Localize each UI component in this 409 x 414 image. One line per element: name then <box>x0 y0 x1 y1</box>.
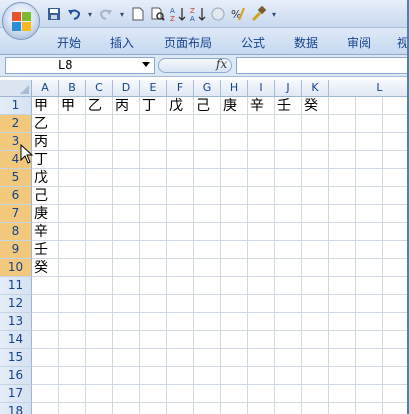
cell-b1[interactable]: 甲 <box>59 97 86 115</box>
quick-access-toolbar: ▾ ▾ AZ ZA % ▾ <box>0 0 409 28</box>
spreadsheet-grid[interactable]: ABCDEFGHIJKL 1 2 3 4 5 6 7 8 9 10 11 12 13 14 15 16 17 18… <box>0 80 409 414</box>
cell-gridlines[interactable] <box>32 97 409 414</box>
column-header-l[interactable]: L <box>329 80 409 97</box>
formula-bar: L8 fx <box>0 55 409 77</box>
redo-icon[interactable] <box>98 6 114 22</box>
row-header-16[interactable]: 16 <box>0 367 32 385</box>
row-header-10[interactable]: 10 <box>0 259 32 277</box>
row-header-7[interactable]: 7 <box>0 205 32 223</box>
cell-j1[interactable]: 壬 <box>275 97 302 115</box>
sort-descending-icon[interactable]: ZA <box>190 6 206 22</box>
sort-ascending-icon[interactable]: AZ <box>170 6 186 22</box>
cell-a7[interactable]: 庚 <box>32 205 59 223</box>
column-header-h[interactable]: H <box>221 80 248 97</box>
row-header-2[interactable]: 2 <box>0 115 32 133</box>
cell-a9[interactable]: 壬 <box>32 241 59 259</box>
name-box-value: L8 <box>58 58 73 72</box>
row-header-1[interactable]: 1 <box>0 97 32 115</box>
cell-a5[interactable]: 戊 <box>32 169 59 187</box>
row-header-15[interactable]: 15 <box>0 349 32 367</box>
cell-a4[interactable]: 丁 <box>32 151 59 169</box>
row-header-18[interactable]: 18 <box>0 403 32 414</box>
cell-d1[interactable]: 丙 <box>113 97 140 115</box>
customize-qat-icon[interactable]: ▾ <box>270 6 278 22</box>
row-header-11[interactable]: 11 <box>0 277 32 295</box>
row-header-13[interactable]: 13 <box>0 313 32 331</box>
tab-home[interactable]: 开始 <box>57 34 81 51</box>
row-header-8[interactable]: 8 <box>0 223 32 241</box>
svg-text:Z: Z <box>170 15 175 22</box>
column-header-j[interactable]: J <box>275 80 302 97</box>
tab-insert[interactable]: 插入 <box>110 34 134 51</box>
cell-a8[interactable]: 辛 <box>32 223 59 241</box>
svg-text:A: A <box>170 7 175 15</box>
print-preview-icon[interactable] <box>150 6 166 22</box>
column-header-b[interactable]: B <box>59 80 86 97</box>
undo-icon[interactable] <box>66 6 82 22</box>
svg-text:Z: Z <box>190 7 195 15</box>
percent-style-icon[interactable]: % <box>230 6 246 22</box>
cell-a6[interactable]: 己 <box>32 187 59 205</box>
column-header-k[interactable]: K <box>302 80 329 97</box>
tab-formulas[interactable]: 公式 <box>241 34 265 51</box>
ribbon-tab-bar: 开始 插入 页面布局 公式 数据 审阅 视 <box>0 28 409 55</box>
mouse-pointer-icon <box>20 144 34 164</box>
office-logo-icon <box>12 12 32 32</box>
cell-f1[interactable]: 戊 <box>167 97 194 115</box>
undo-dropdown-icon[interactable]: ▾ <box>86 6 94 22</box>
column-header-g[interactable]: G <box>194 80 221 97</box>
cell-k1[interactable]: 癸 <box>302 97 329 115</box>
record-icon[interactable] <box>210 6 226 22</box>
format-painter-icon[interactable] <box>250 6 266 22</box>
cell-a3[interactable]: 丙 <box>32 133 59 151</box>
name-box[interactable]: L8 <box>5 57 155 74</box>
cell-a10[interactable]: 癸 <box>32 259 59 277</box>
tab-page-layout[interactable]: 页面布局 <box>164 34 212 51</box>
office-button[interactable] <box>2 2 40 40</box>
tab-data[interactable]: 数据 <box>294 34 318 51</box>
row-header-14[interactable]: 14 <box>0 331 32 349</box>
cell-a2[interactable]: 乙 <box>32 115 59 133</box>
column-header-f[interactable]: F <box>167 80 194 97</box>
column-header-i[interactable]: I <box>248 80 275 97</box>
cell-i1[interactable]: 辛 <box>248 97 275 115</box>
cell-c1[interactable]: 乙 <box>86 97 113 115</box>
cell-h1[interactable]: 庚 <box>221 97 248 115</box>
select-all-corner[interactable] <box>0 80 32 97</box>
row-header-5[interactable]: 5 <box>0 169 32 187</box>
row-header-9[interactable]: 9 <box>0 241 32 259</box>
column-header-d[interactable]: D <box>113 80 140 97</box>
save-icon[interactable] <box>46 6 62 22</box>
column-header-e[interactable]: E <box>140 80 167 97</box>
column-header-c[interactable]: C <box>86 80 113 97</box>
new-document-icon[interactable] <box>130 6 146 22</box>
insert-function-icon[interactable]: fx <box>216 57 227 71</box>
formula-input[interactable] <box>236 57 409 74</box>
redo-dropdown-icon[interactable]: ▾ <box>118 6 126 22</box>
name-box-dropdown-icon[interactable] <box>142 62 150 67</box>
cell-a1[interactable]: 甲 <box>32 97 59 115</box>
row-header-12[interactable]: 12 <box>0 295 32 313</box>
tab-review[interactable]: 审阅 <box>347 34 371 51</box>
svg-text:A: A <box>190 15 195 22</box>
cell-g1[interactable]: 己 <box>194 97 221 115</box>
row-header-6[interactable]: 6 <box>0 187 32 205</box>
cell-e1[interactable]: 丁 <box>140 97 167 115</box>
column-header-a[interactable]: A <box>32 80 59 97</box>
row-header-17[interactable]: 17 <box>0 385 32 403</box>
